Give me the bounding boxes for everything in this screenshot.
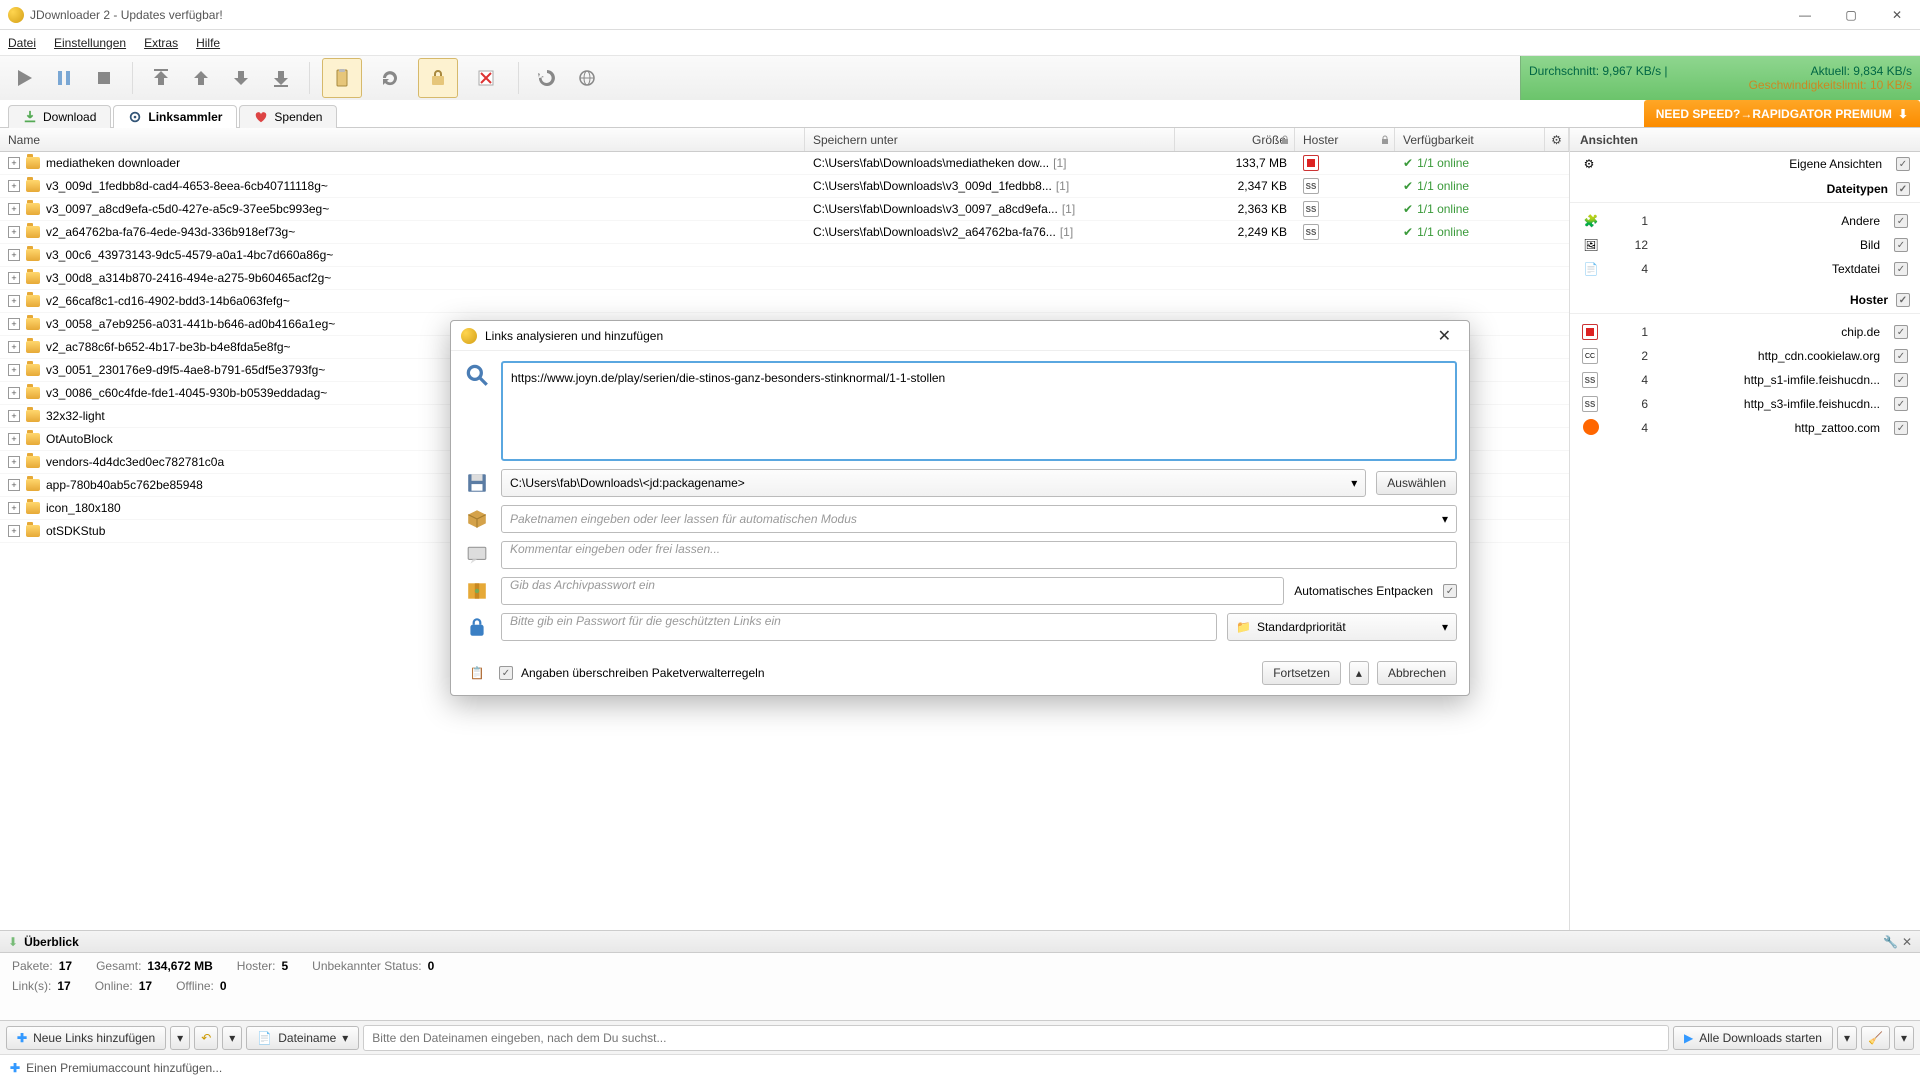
search-icon [463, 361, 491, 389]
save-path-value: C:\Users\fab\Downloads\<jd:packagename> [510, 476, 745, 490]
dialog-title: Links analysieren und hinzufügen [485, 329, 663, 343]
auto-extract-label: Automatisches Entpacken [1294, 584, 1433, 598]
package-icon [463, 505, 491, 533]
continue-button[interactable]: Fortsetzen [1262, 661, 1341, 685]
url-input[interactable]: https://www.joyn.de/play/serien/die-stin… [501, 361, 1457, 461]
save-path-combo[interactable]: C:\Users\fab\Downloads\<jd:packagename> … [501, 469, 1366, 497]
package-name-input[interactable]: Paketnamen eingeben oder leer lassen für… [501, 505, 1457, 533]
archive-password-icon [463, 577, 491, 605]
chevron-down-icon: ▾ [1351, 476, 1357, 490]
priority-value: Standardpriorität [1257, 620, 1346, 634]
archive-password-input[interactable]: Gib das Archivpasswort ein [501, 577, 1284, 605]
override-rules-checkbox[interactable] [499, 666, 513, 680]
folder-icon: 📁 [1236, 620, 1251, 634]
priority-select[interactable]: 📁 Standardpriorität ▾ [1227, 613, 1457, 641]
chevron-down-icon: ▾ [1442, 620, 1448, 634]
link-password-icon [463, 613, 491, 641]
auto-extract-checkbox[interactable] [1443, 584, 1457, 598]
comment-input[interactable]: Kommentar eingeben oder frei lassen... [501, 541, 1457, 569]
link-password-input[interactable]: Bitte gib ein Passwort für die geschützt… [501, 613, 1217, 641]
dialog-overlay: Links analysieren und hinzufügen ✕ https… [0, 0, 1920, 1080]
app-logo-icon [461, 328, 477, 344]
continue-dropdown[interactable]: ▴ [1349, 661, 1369, 685]
override-rules-label: Angaben überschreiben Paketverwalterrege… [521, 666, 765, 680]
choose-path-button[interactable]: Auswählen [1376, 471, 1457, 495]
chevron-down-icon: ▾ [1442, 512, 1448, 526]
dialog-close-button[interactable]: ✕ [1430, 322, 1459, 350]
rules-icon: 📋 [463, 659, 491, 687]
save-icon [463, 469, 491, 497]
comment-icon [463, 541, 491, 569]
cancel-button[interactable]: Abbrechen [1377, 661, 1457, 685]
analyze-links-dialog: Links analysieren und hinzufügen ✕ https… [450, 320, 1470, 696]
